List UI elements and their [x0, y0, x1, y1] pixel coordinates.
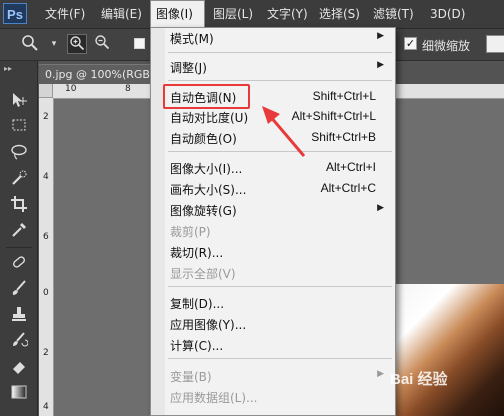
menu-item-label: 变量(B) [170, 370, 212, 384]
menu-item-shortcut: Alt+Ctrl+C [320, 181, 376, 195]
marquee-tool-icon[interactable] [9, 117, 29, 137]
menu-item-label: 自动对比度(U) [170, 111, 249, 125]
menu-item-label: 模式(M) [170, 32, 214, 46]
lasso-tool-icon[interactable] [9, 143, 29, 163]
menu-item-mode[interactable]: 模式(M) ▶ [170, 28, 390, 48]
document-photo [394, 284, 504, 416]
tools-panel: ▸▸ [0, 61, 38, 416]
menu-item-label: 裁切(R)... [170, 246, 224, 260]
menu-item-apply-image[interactable]: 应用图像(Y)... [170, 314, 390, 334]
panel-collapse-icon[interactable]: ▸▸ [4, 64, 12, 73]
eraser-tool-icon[interactable] [9, 357, 29, 377]
dropdown-arrow-icon[interactable]: ▾ [44, 34, 64, 54]
menu-edit[interactable]: 编辑(E) [101, 0, 142, 28]
ruler-number: 2 [43, 112, 49, 122]
ruler-number: 0 [43, 288, 49, 298]
menu-item-adjustments[interactable]: 调整(J) ▶ [170, 57, 390, 77]
quick-selection-tool-icon[interactable] [9, 169, 29, 189]
vertical-ruler: 2 4 6 0 2 4 [39, 98, 54, 416]
submenu-arrow-icon: ▶ [377, 31, 384, 41]
menu-filter[interactable]: 滤镜(T) [373, 0, 414, 28]
menu-separator [168, 358, 392, 359]
eyedropper-tool-icon[interactable] [9, 221, 29, 241]
zoom-in-icon[interactable] [67, 34, 87, 54]
ruler-number: 10 [65, 84, 77, 94]
menu-select[interactable]: 选择(S) [319, 0, 360, 28]
menu-item-label: 画布大小(S)... [170, 183, 247, 197]
zoom-out-icon[interactable] [92, 34, 112, 54]
menu-item-auto-color[interactable]: 自动颜色(O) Shift+Ctrl+B [170, 128, 390, 148]
menu-item-label: 图像旋转(G) [170, 204, 237, 218]
menu-image[interactable]: 图像(I) [150, 0, 205, 28]
submenu-arrow-icon: ▶ [377, 60, 384, 70]
actual-pixels-button[interactable] [486, 35, 504, 53]
menu-3d[interactable]: 3D(D) [430, 0, 465, 28]
menu-item-label: 裁剪(P) [170, 225, 211, 239]
menu-item-calculations[interactable]: 计算(C)... [170, 335, 390, 355]
menu-item-label: 显示全部(V) [170, 267, 236, 281]
submenu-arrow-icon: ▶ [377, 203, 384, 213]
gradient-tool-icon[interactable] [9, 383, 29, 403]
healing-brush-tool-icon[interactable] [9, 253, 29, 273]
menu-separator [168, 80, 392, 81]
ruler-number: 6 [43, 232, 49, 242]
ruler-number: 2 [43, 348, 49, 358]
ruler-number: 8 [125, 84, 131, 94]
menu-item-label: 应用数据组(L)... [170, 391, 258, 405]
menu-item-label: 调整(J) [170, 61, 207, 75]
menu-item-image-rotation[interactable]: 图像旋转(G) ▶ [170, 200, 390, 220]
menu-item-shortcut: Shift+Ctrl+B [311, 130, 376, 144]
menu-file[interactable]: 文件(F) [45, 0, 85, 28]
scrubby-zoom-checkbox[interactable]: ✓ [404, 37, 417, 50]
menu-separator [168, 52, 392, 53]
menu-separator [168, 286, 392, 287]
menu-type[interactable]: 文字(Y) [267, 0, 308, 28]
menu-item-auto-contrast[interactable]: 自动对比度(U) Alt+Shift+Ctrl+L [170, 107, 390, 127]
menu-bar: Ps 文件(F) 编辑(E) 图像(I) 图层(L) 文字(Y) 选择(S) 滤… [0, 0, 504, 29]
menu-item-canvas-size[interactable]: 画布大小(S)... Alt+Ctrl+C [170, 179, 390, 199]
ruler-number: 4 [43, 402, 49, 412]
menu-item-shortcut: Alt+Shift+Ctrl+L [291, 109, 376, 123]
menu-item-label: 计算(C)... [170, 339, 224, 353]
crop-tool-icon[interactable] [9, 195, 29, 215]
menu-item-apply-data-set: 应用数据组(L)... [170, 387, 390, 407]
menu-item-shortcut: Shift+Ctrl+L [312, 89, 376, 103]
menu-item-label: 复制(D)... [170, 297, 225, 311]
ruler-origin[interactable] [39, 84, 53, 98]
clone-stamp-tool-icon[interactable] [9, 305, 29, 325]
ruler-number: 4 [43, 172, 49, 182]
watermark: Bai 经验 [390, 371, 448, 388]
menu-separator [168, 151, 392, 152]
highlight-box [163, 84, 250, 109]
menu-item-duplicate[interactable]: 复制(D)... [170, 293, 390, 313]
menu-item-image-size[interactable]: 图像大小(I)... Alt+Ctrl+I [170, 158, 390, 178]
resize-windows-checkbox[interactable] [134, 38, 145, 49]
move-tool-icon[interactable] [9, 91, 29, 111]
scrubby-zoom-label: 细微缩放 [422, 39, 471, 53]
menu-item-shortcut: Alt+Ctrl+I [325, 160, 376, 174]
photoshop-logo: Ps [3, 3, 27, 24]
menu-item-variables: 变量(B) ▶ [170, 366, 390, 386]
menu-item-label: 自动颜色(O) [170, 132, 237, 146]
menu-item-label: 应用图像(Y)... [170, 318, 247, 332]
submenu-arrow-icon: ▶ [377, 369, 384, 379]
menu-item-crop: 裁剪(P) [170, 221, 390, 241]
tool-separator [6, 247, 32, 248]
menu-item-reveal-all: 显示全部(V) [170, 263, 390, 283]
history-brush-tool-icon[interactable] [9, 331, 29, 351]
menu-layer[interactable]: 图层(L) [213, 0, 253, 28]
menu-item-label: 图像大小(I)... [170, 162, 243, 176]
brush-tool-icon[interactable] [9, 279, 29, 299]
magnifier-icon[interactable] [20, 34, 40, 54]
menu-item-trim[interactable]: 裁切(R)... [170, 242, 390, 262]
